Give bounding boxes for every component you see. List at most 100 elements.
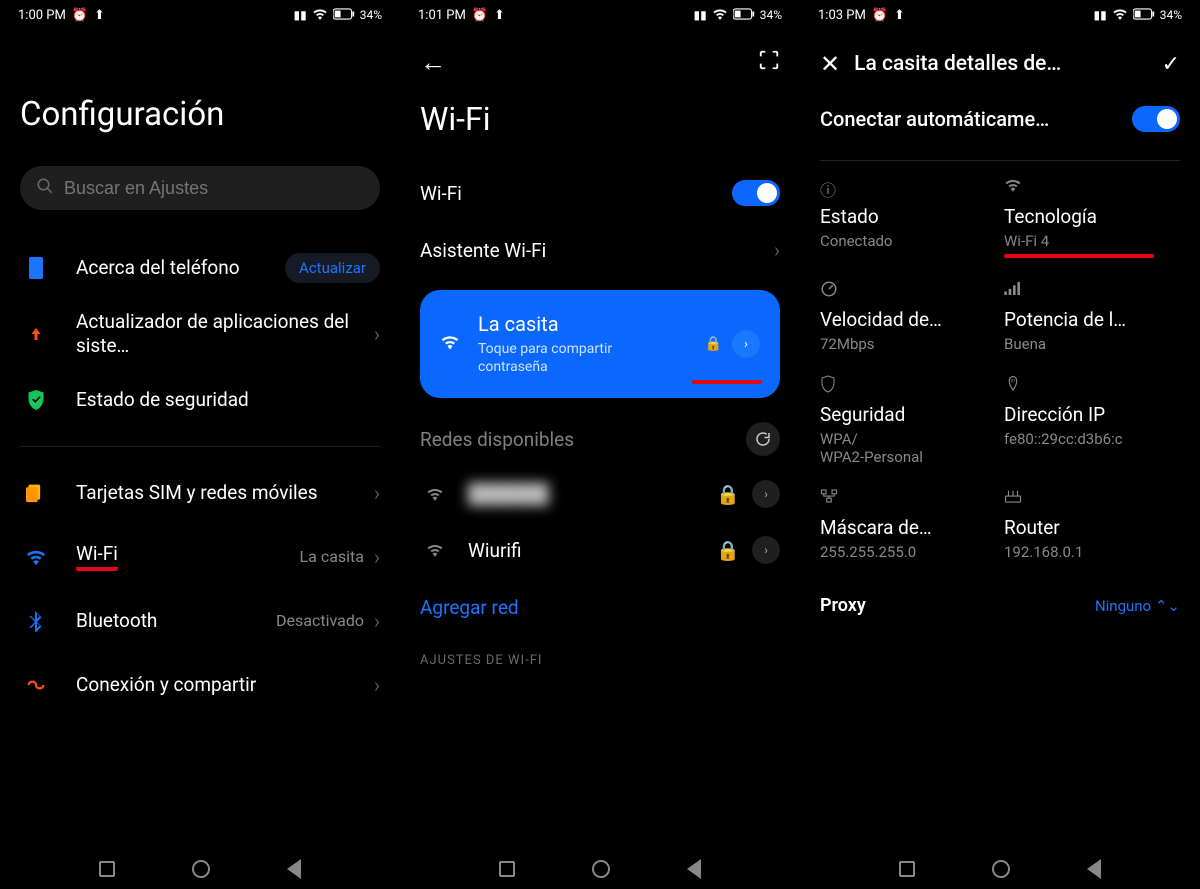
updater-label: Actualizador de aplicaciones del siste… — [76, 310, 374, 358]
chevron-right-icon: › — [374, 673, 380, 697]
sim-networks-item[interactable]: Tarjetas SIM y redes móviles › — [20, 461, 380, 525]
battery-icon — [333, 8, 355, 23]
close-icon[interactable]: ✕ — [820, 50, 840, 78]
sim-icon — [20, 482, 52, 504]
state-cell: ⓘ Estado Conectado — [820, 177, 996, 258]
wifi-toggle[interactable] — [732, 180, 780, 206]
details-arrow[interactable]: › — [732, 330, 760, 358]
chevron-right-icon: › — [374, 545, 380, 569]
wifi-icon — [712, 8, 728, 23]
security-label: Seguridad — [820, 403, 996, 426]
wifi-item[interactable]: Wi-Fi La casita› — [20, 525, 380, 589]
proxy-row[interactable]: Proxy Ninguno ⌃⌄ — [820, 561, 1180, 616]
network-details-button[interactable]: › — [752, 536, 780, 564]
info-icon: ⓘ — [820, 177, 996, 197]
svg-text:IP: IP — [1011, 379, 1015, 385]
search-bar[interactable] — [20, 166, 380, 210]
home-button[interactable] — [992, 860, 1010, 878]
search-input[interactable] — [64, 178, 364, 199]
clock: 1:01 PM — [418, 8, 466, 23]
recents-button[interactable] — [499, 861, 515, 877]
wifi-icon — [1112, 8, 1128, 23]
add-network-button[interactable]: Agregar red — [420, 578, 780, 637]
ip-label: Dirección IP — [1004, 403, 1180, 426]
router-value: 192.168.0.1 — [1004, 543, 1180, 561]
lock-icon: 🔒 — [705, 336, 722, 352]
share-label: Conexión y compartir — [76, 673, 374, 697]
page-title: Configuración — [20, 95, 380, 134]
mask-value: 255.255.255.0 — [820, 543, 996, 561]
back-button[interactable] — [287, 859, 301, 879]
wifi-icon — [312, 8, 328, 23]
ip-value: fe80::29cc:d3b6:c — [1004, 430, 1180, 448]
signal-value: Buena — [1004, 335, 1180, 353]
network-details-button[interactable]: › — [752, 480, 780, 508]
wifi-assistant-label: Asistente Wi-Fi — [420, 239, 546, 262]
status-bar: 1:00 PM ⏰ ⬆ ▮▮ 34% — [0, 0, 400, 30]
lock-icon: 🔒 — [716, 539, 740, 562]
confirm-icon[interactable]: ✓ — [1162, 52, 1180, 77]
network-item[interactable]: Wiurifi 🔒 › — [420, 522, 780, 578]
wifi-settings-section-label: AJUSTES DE WI-FI — [420, 653, 780, 668]
wifi-toggle-row[interactable]: Wi-Fi — [420, 164, 780, 222]
connected-subtitle: Toque para compartir contraseña — [478, 340, 678, 376]
wifi-status: La casita — [300, 547, 364, 566]
nav-bar — [0, 859, 400, 879]
connected-network-card[interactable]: La casita Toque para compartir contraseñ… — [420, 290, 780, 398]
speed-cell: Velocidad de… 72Mbps — [820, 280, 996, 353]
wifi-assistant-row[interactable]: Asistente Wi-Fi › — [420, 222, 780, 278]
about-phone-item[interactable]: Acerca del teléfono Actualizar — [20, 236, 380, 300]
divider — [20, 446, 380, 447]
home-button[interactable] — [592, 860, 610, 878]
bluetooth-item[interactable]: Bluetooth Desactivado› — [20, 589, 380, 653]
alarm-icon: ⏰ — [472, 8, 488, 23]
status-bar: 1:03 PM ⏰ ⬆ ▮▮ 34% — [800, 0, 1200, 30]
alarm-icon: ⏰ — [72, 8, 88, 23]
back-button[interactable] — [687, 859, 701, 879]
state-value: Conectado — [820, 232, 996, 250]
signal-icon: ▮▮ — [294, 8, 307, 22]
chevron-right-icon: › — [374, 609, 380, 633]
auto-connect-row[interactable]: Conectar automáticame… — [820, 80, 1180, 150]
security-value: WPA/ WPA2-Personal — [820, 430, 996, 466]
signal-icon: ▮▮ — [1094, 8, 1107, 22]
annotation-highlight — [692, 380, 762, 384]
chevron-right-icon: › — [374, 322, 380, 346]
wifi-icon — [1004, 177, 1180, 197]
chevron-right-icon: › — [374, 481, 380, 505]
scan-icon[interactable] — [758, 49, 780, 75]
mask-cell: Máscara de… 255.255.255.0 — [820, 488, 996, 561]
ip-icon: IP — [1004, 375, 1180, 395]
recents-button[interactable] — [899, 861, 915, 877]
refresh-button[interactable] — [746, 422, 780, 456]
wifi-details-screen: 1:03 PM ⏰ ⬆ ▮▮ 34% ✕ La casita detalles … — [800, 0, 1200, 889]
nav-bar — [400, 859, 800, 879]
connection-share-item[interactable]: Conexión y compartir › — [20, 653, 380, 717]
back-arrow-icon[interactable]: ← — [420, 47, 446, 78]
back-button[interactable] — [1087, 859, 1101, 879]
technology-cell: Tecnología Wi-Fi 4 — [1004, 177, 1180, 258]
settings-screen: 1:00 PM ⏰ ⬆ ▮▮ 34% Configuración — [0, 0, 400, 889]
technology-label: Tecnología — [1004, 205, 1180, 228]
system-updater-item[interactable]: Actualizador de aplicaciones del siste… … — [20, 300, 380, 368]
auto-connect-toggle[interactable] — [1132, 106, 1180, 132]
router-label: Router — [1004, 516, 1180, 539]
share-icon — [20, 675, 52, 695]
network-name: ██████ — [468, 482, 549, 506]
phone-icon — [20, 256, 52, 280]
wifi-screen: 1:01 PM ⏰ ⬆ ▮▮ 34% ← Wi-Fi Wi-Fi Asisten… — [400, 0, 800, 889]
recents-button[interactable] — [99, 861, 115, 877]
network-icon — [820, 488, 996, 508]
home-button[interactable] — [192, 860, 210, 878]
alarm-icon: ⏰ — [872, 8, 888, 23]
upload-icon: ⬆ — [494, 8, 505, 23]
nav-bar — [800, 859, 1200, 879]
wifi-icon — [20, 548, 52, 566]
battery-percent: 34% — [1160, 8, 1182, 22]
network-item[interactable]: ██████ 🔒› — [420, 466, 780, 522]
speedometer-icon — [820, 280, 996, 300]
security-status-item[interactable]: Estado de seguridad — [20, 368, 380, 432]
update-badge[interactable]: Actualizar — [285, 253, 380, 283]
network-name: Wiurifi — [468, 539, 522, 562]
ip-cell: IP Dirección IP fe80::29cc:d3b6:c — [1004, 375, 1180, 466]
